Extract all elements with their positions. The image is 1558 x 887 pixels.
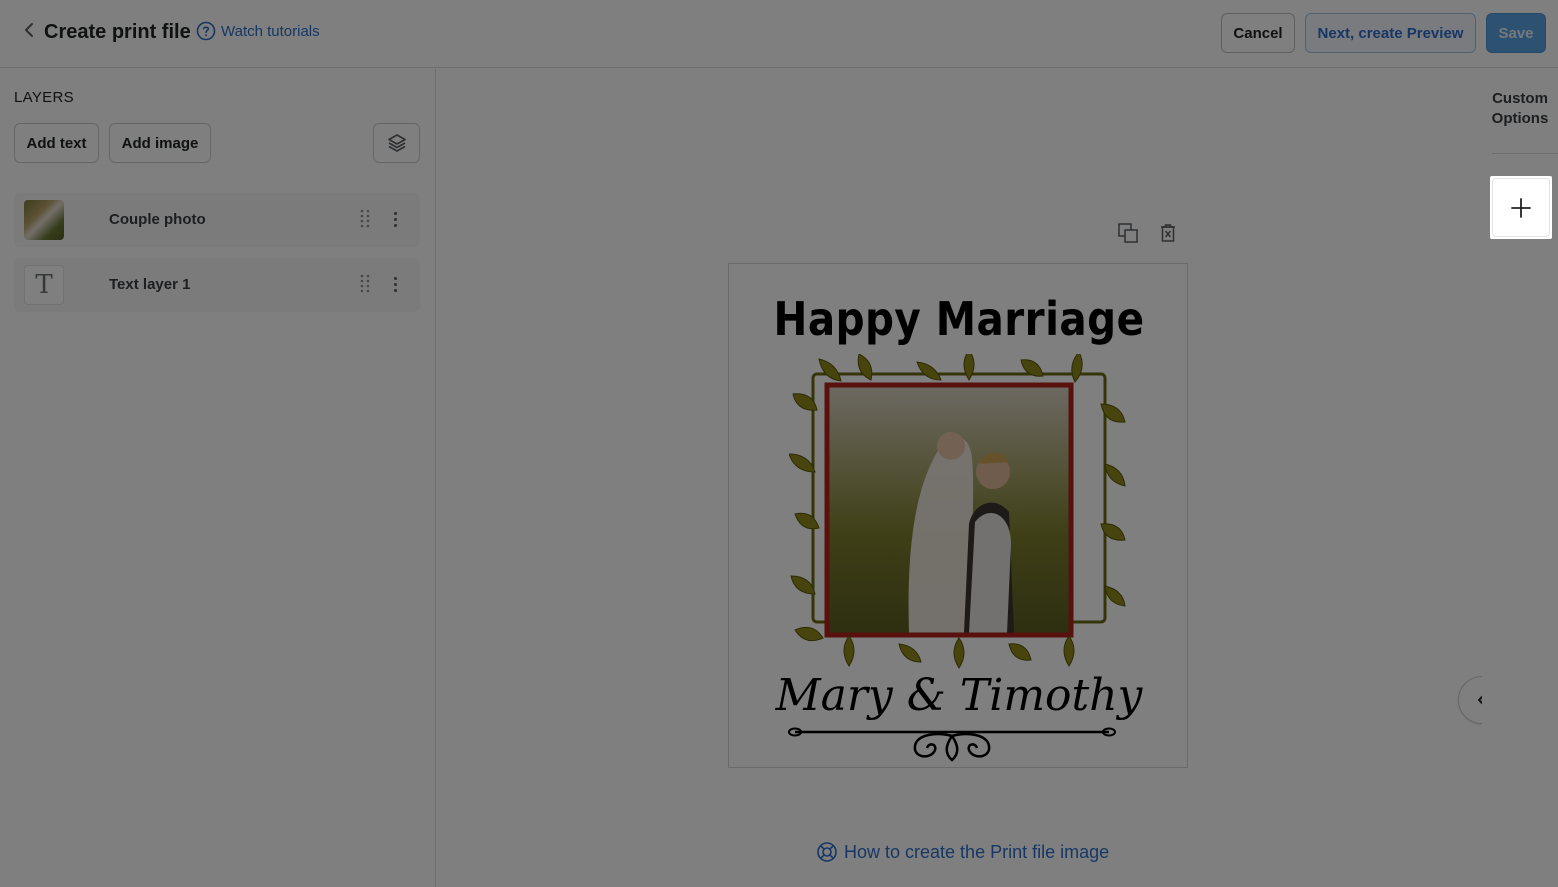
custom-options-line-2: Options (1491, 110, 1549, 127)
lifebuoy-icon (817, 842, 837, 862)
print-file-canvas[interactable]: Happy Marriage Mary & Timothy (728, 263, 1188, 768)
back-chevron-icon[interactable] (20, 20, 38, 40)
watch-tutorials-link[interactable]: Watch tutorials (196, 21, 320, 41)
couple-photo-thumbnail (24, 200, 64, 240)
more-options-icon[interactable] (388, 272, 402, 296)
layers-toggle-button[interactable] (373, 123, 420, 163)
couple-names-text[interactable]: Mary & Timothy (729, 670, 1189, 721)
layer-name: Couple photo (109, 211, 206, 228)
add-image-button[interactable]: Add image (109, 123, 211, 163)
help-circle-icon (196, 21, 216, 41)
canvas-area: Happy Marriage Mary & Timothy How to cre… (437, 69, 1481, 887)
layers-heading: LAYERS (14, 89, 74, 106)
drag-handle-icon[interactable] (359, 207, 371, 231)
layer-item-text-layer-1[interactable]: T Text layer 1 (14, 258, 420, 312)
decorative-flourish-icon (788, 727, 1116, 762)
next-create-preview-button[interactable]: Next, create Preview (1305, 13, 1476, 53)
save-button[interactable]: Save (1486, 13, 1546, 53)
add-text-button[interactable]: Add text (14, 123, 99, 163)
plus-icon (1511, 197, 1531, 218)
layer-item-couple-photo[interactable]: Couple photo (14, 193, 420, 247)
duplicate-icon[interactable] (1116, 221, 1140, 245)
couple-photo-frame[interactable] (789, 354, 1129, 674)
more-options-icon[interactable] (388, 207, 402, 231)
text-type-icon: T (24, 265, 64, 305)
cancel-button[interactable]: Cancel (1221, 13, 1295, 53)
layers-stack-icon (387, 134, 406, 152)
delete-icon[interactable] (1156, 221, 1180, 245)
add-custom-option-button[interactable] (1490, 176, 1552, 239)
divider (1492, 153, 1558, 154)
add-custom-option-inner (1492, 178, 1550, 237)
custom-options-heading: Custom Options (1482, 89, 1558, 129)
top-bar: Create print file Watch tutorials Cancel… (0, 0, 1558, 68)
watch-tutorials-label: Watch tutorials (221, 22, 320, 40)
happy-marriage-text[interactable]: Happy Marriage (757, 292, 1162, 346)
custom-options-line-1: Custom (1492, 90, 1548, 107)
print-file-help-link[interactable]: How to create the Print file image (816, 841, 1109, 863)
layers-panel: LAYERS Add text Add image Couple photo T… (0, 69, 436, 887)
drag-handle-icon[interactable] (359, 272, 371, 296)
layer-name: Text layer 1 (109, 276, 191, 293)
page-title: Create print file (44, 21, 191, 43)
help-link-label: How to create the Print file image (844, 841, 1110, 862)
